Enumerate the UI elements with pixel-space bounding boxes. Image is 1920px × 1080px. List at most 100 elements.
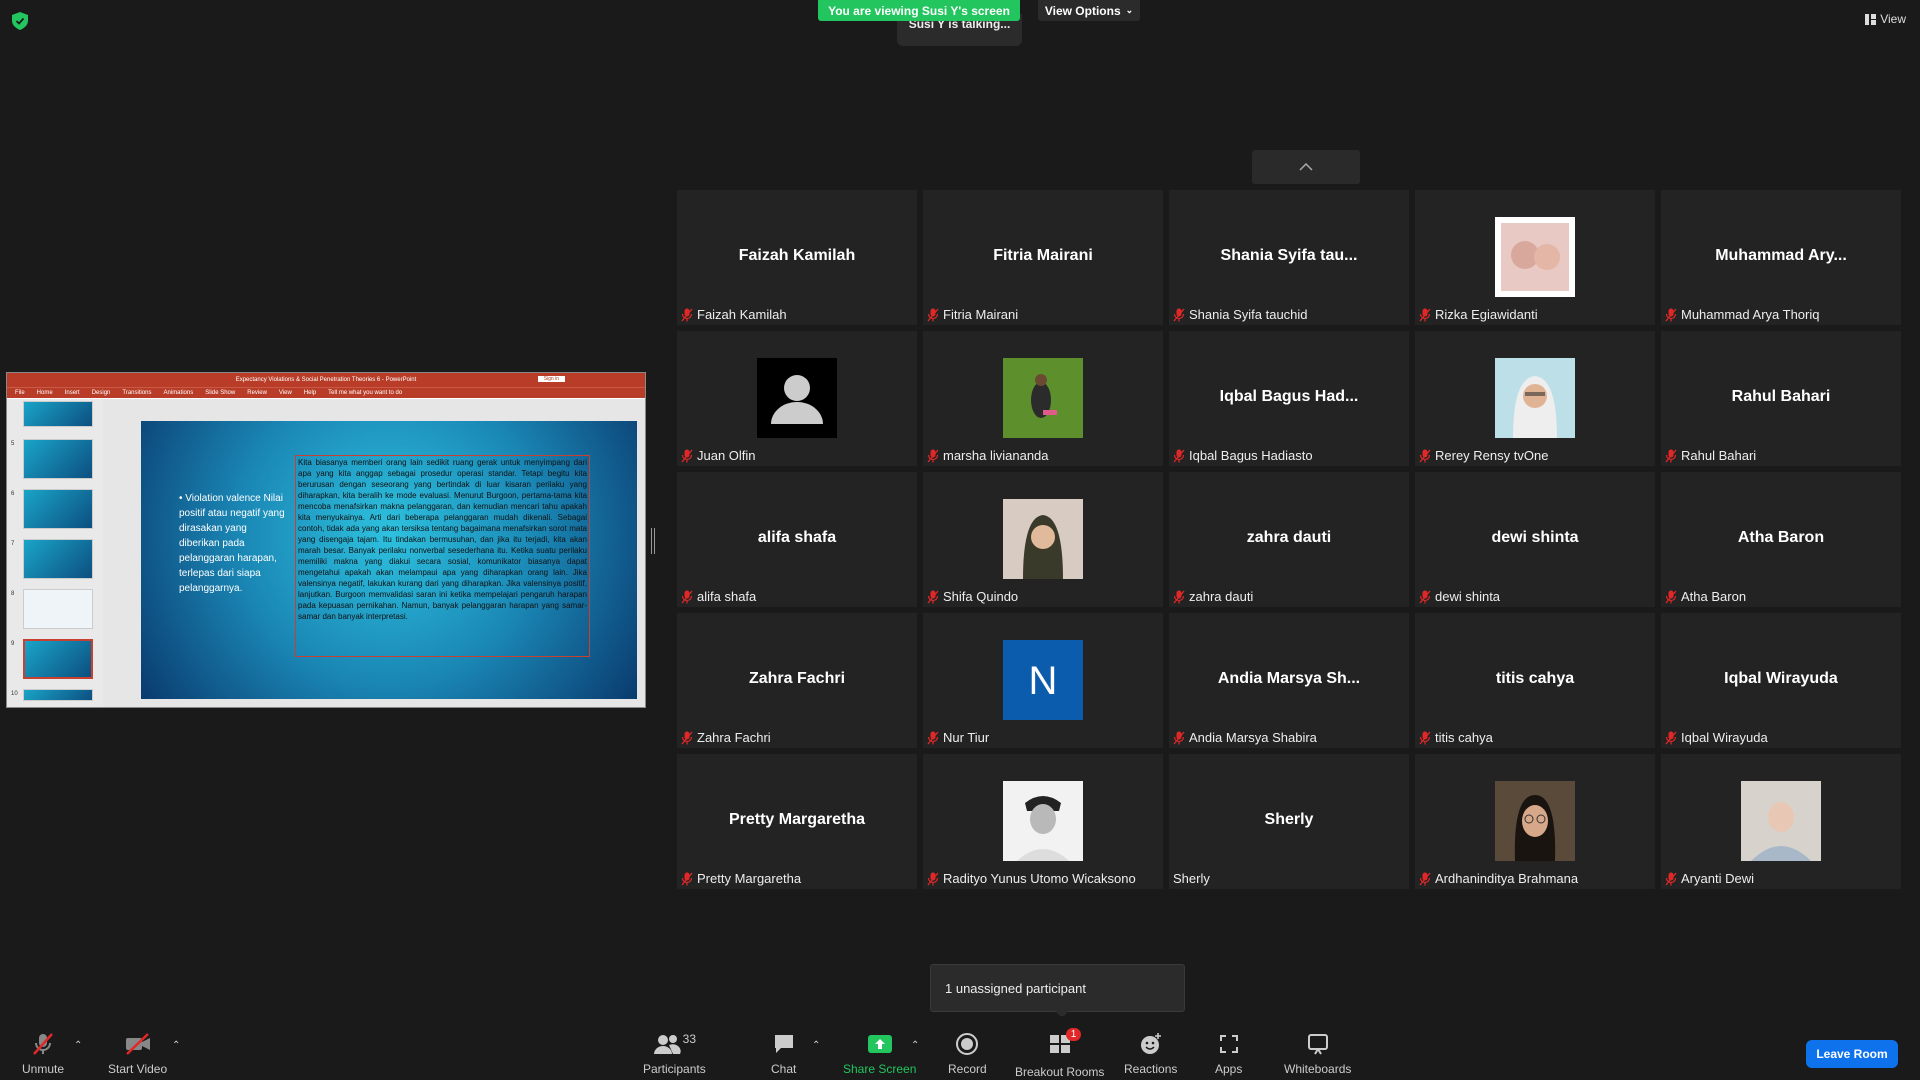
participant-tile[interactable]: Iqbal Wirayuda Iqbal Wirayuda [1661,613,1901,748]
participant-tile[interactable]: Juan Olfin [677,331,917,466]
participant-avatar [1003,358,1083,438]
participant-tile[interactable]: Radityo Yunus Utomo Wicaksono [923,754,1163,889]
apps-button[interactable]: Apps [1215,1032,1242,1076]
participant-tile[interactable]: Aryanti Dewi [1661,754,1901,889]
unmute-button[interactable]: Unmute [22,1032,64,1076]
microphone-muted-icon [681,449,693,462]
participant-tile[interactable]: Faizah Kamilah Faizah Kamilah [677,190,917,325]
participant-name-label: Zahra Fachri [681,730,771,745]
microphone-muted-icon [927,872,939,885]
participant-tile[interactable]: Pretty Margaretha Pretty Margaretha [677,754,917,889]
participant-name: marsha livianandа [943,448,1049,463]
record-icon [956,1033,979,1055]
participant-name-label: marsha livianandа [927,448,1049,463]
start-video-button[interactable]: Start Video [108,1032,167,1076]
microphone-muted-icon [681,731,693,744]
slide-thumbnail [23,589,93,629]
whiteboards-button[interactable]: Whiteboards [1284,1032,1351,1076]
participant-display-name: Muhammad Ary... [1715,246,1847,264]
participant-name-label: dewi shinta [1419,589,1500,604]
start-video-label: Start Video [108,1062,168,1076]
chat-button[interactable]: Chat [771,1032,796,1076]
whiteboards-label: Whiteboards [1284,1062,1352,1076]
participant-name-label: Ardhaninditya Brahmana [1419,871,1578,886]
participant-tile[interactable]: Shania Syifa tau... Shania Syifa tauchid [1169,190,1409,325]
record-label: Record [948,1062,987,1076]
participant-tile[interactable]: Iqbal Bagus Had... Iqbal Bagus Hadiasto [1169,331,1409,466]
participant-name-label: Andia Marsya Shabira [1173,730,1317,745]
participant-tile[interactable]: zahra dauti zahra dauti [1169,472,1409,607]
participant-tile[interactable]: dewi shinta dewi shinta [1415,472,1655,607]
chat-options-caret-icon[interactable]: ⌃ [812,1040,820,1051]
participant-name-label: Atha Baron [1665,589,1746,604]
microphone-muted-icon [1665,590,1677,603]
microphone-muted-icon [681,872,693,885]
participant-display-name: Rahul Bahari [1731,387,1831,405]
participant-name-label: Nur Tiur [927,730,989,745]
participant-tile[interactable]: marsha livianandа [923,331,1163,466]
participant-name-label: Iqbal Wirayuda [1665,730,1768,745]
window-title: Expectancy Violations & Social Penetrati… [235,377,417,383]
split-view-divider[interactable] [651,528,655,554]
participant-gallery: Faizah Kamilah Faizah Kamilah Fitria Maira… [677,190,1901,890]
participant-display-name: Faizah Kamilah [738,246,856,264]
slide-number: 10 [11,691,18,697]
security-shield-icon[interactable] [12,12,28,30]
chevron-up-icon [1299,163,1313,171]
microphone-muted-icon [1665,308,1677,321]
participant-tile[interactable]: Shifa Quindo [923,472,1163,607]
slide-thumbnail [23,539,93,579]
participant-tile[interactable]: Ardhaninditya Brahmana [1415,754,1655,889]
participant-avatar [1003,781,1083,861]
participant-name: Rahul Bahari [1681,448,1757,463]
reactions-button[interactable]: Reactions [1124,1032,1177,1076]
breakout-rooms-button[interactable]: 1 Breakout Rooms [1015,1028,1104,1079]
participant-tile[interactable]: alifa shafa alifa shafa [677,472,917,607]
slide-number: 7 [11,541,15,547]
leave-room-button[interactable]: Leave Room [1806,1040,1898,1068]
participant-tile[interactable]: Zahra Fachri Zahra Fachri [677,613,917,748]
participant-tile[interactable]: N Nur Tiur [923,613,1163,748]
participant-name-label: Iqbal Bagus Hadiasto [1173,448,1313,463]
slide-thumbnail-selected [23,639,93,679]
grid-view-icon [1865,13,1877,25]
slide-thumbnail [23,689,93,701]
collapse-gallery-button[interactable] [1252,150,1360,184]
participant-name-label: Rizka Egiawidanti [1419,307,1538,322]
participant-tile[interactable]: Rerey Rensy tvOne [1415,331,1655,466]
shared-screen[interactable]: Expectancy Violations & Social Penetrati… [6,372,646,708]
video-off-icon [125,1033,150,1055]
chat-label: Chat [771,1062,797,1076]
view-options-button[interactable]: View Options ⌄ [1038,0,1140,21]
share-options-caret-icon[interactable]: ⌃ [911,1040,919,1051]
video-options-caret-icon[interactable]: ⌃ [172,1040,180,1051]
participants-button[interactable]: 33 Participants [643,1032,706,1076]
participant-tile[interactable]: Sherly Sherly [1169,754,1409,889]
participant-tile[interactable]: Fitria Mairani Fitria Mairani [923,190,1163,325]
share-screen-button[interactable]: Share Screen [843,1032,916,1076]
participant-name-label: Sherly [1173,871,1210,886]
slide-number: 6 [11,491,15,497]
participant-tile[interactable]: Muhammad Ary... Muhammad Arya Thoriq [1661,190,1901,325]
ribbon-tab: Insert [64,390,80,396]
view-layout-button[interactable]: View [1865,12,1906,26]
participant-name: Faizah Kamilah [697,307,787,322]
record-button[interactable]: Record [948,1032,987,1076]
microphone-muted-icon [1173,731,1185,744]
participant-name: Shifa Quindo [943,589,1019,604]
participant-tile[interactable]: Rahul Bahari Rahul Bahari [1661,331,1901,466]
participant-tile[interactable]: Rizka Egiawidanti [1415,190,1655,325]
powerpoint-body: 5 6 7 8 9 10 • Violation valence Nilai p… [7,399,645,707]
participant-name: Iqbal Wirayuda [1681,730,1768,745]
ribbon-tab: Review [247,390,267,396]
microphone-muted-icon [1419,872,1431,885]
participant-tile[interactable]: Atha Baron Atha Baron [1661,472,1901,607]
unmute-label: Unmute [22,1062,65,1076]
microphone-muted-icon [1419,590,1431,603]
participant-name: Rerey Rensy tvOne [1435,448,1549,463]
unassigned-participant-tooltip[interactable]: 1 unassigned participant [930,964,1185,1018]
audio-options-caret-icon[interactable]: ⌃ [74,1040,82,1051]
microphone-muted-icon [1419,731,1431,744]
participant-tile[interactable]: Andia Marsya Sh... Andia Marsya Shabira [1169,613,1409,748]
participant-tile[interactable]: titis cahya titis cahya [1415,613,1655,748]
